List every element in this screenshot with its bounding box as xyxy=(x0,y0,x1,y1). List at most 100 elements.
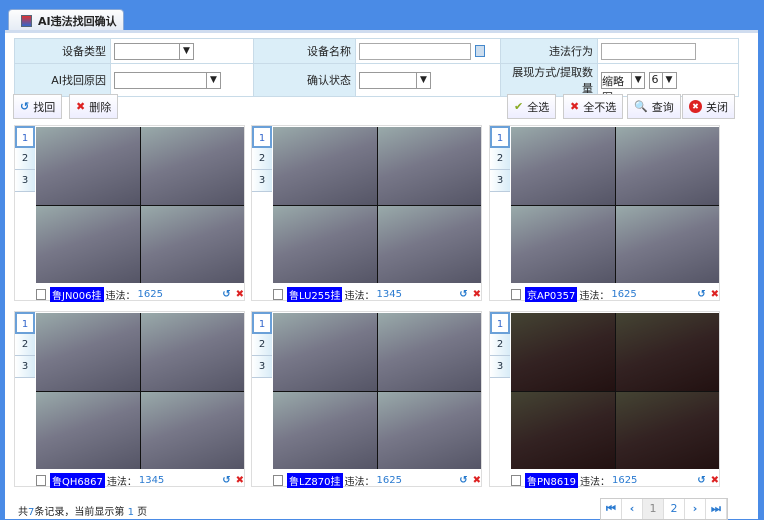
confirm-status-select[interactable]: ▼ xyxy=(359,71,431,89)
delete-icon[interactable]: ✖ xyxy=(236,289,244,300)
image-tab-3[interactable]: 3 xyxy=(252,170,272,192)
image-tab-3[interactable]: 3 xyxy=(490,170,510,192)
violation-label: 违法： xyxy=(344,476,375,488)
violation-image[interactable] xyxy=(273,127,481,283)
image-tab-2[interactable]: 2 xyxy=(490,334,510,356)
image-tabs: 123 xyxy=(15,126,35,192)
plate-number: 鲁PN8619 xyxy=(525,472,578,488)
select-checkbox[interactable] xyxy=(273,288,283,300)
image-tab-1[interactable]: 1 xyxy=(252,312,272,334)
close-button[interactable]: ✖ 关闭 xyxy=(682,94,735,119)
violation-image[interactable] xyxy=(273,313,481,469)
first-page-button[interactable]: ⏮ xyxy=(601,499,622,519)
last-page-button[interactable]: ⏭ xyxy=(706,499,727,519)
image-tabs: 123 xyxy=(252,126,272,192)
page-2[interactable]: 2 xyxy=(664,499,685,519)
image-tab-2[interactable]: 2 xyxy=(252,148,272,170)
picker-icon[interactable] xyxy=(474,45,485,57)
image-tab-2[interactable]: 2 xyxy=(15,148,35,170)
delete-icon[interactable]: ✖ xyxy=(236,475,244,486)
chevron-down-icon: ▼ xyxy=(631,72,644,88)
image-tab-2[interactable]: 2 xyxy=(490,148,510,170)
image-tab-1[interactable]: 1 xyxy=(252,126,272,148)
prev-page-button[interactable]: ‹ xyxy=(622,499,643,519)
violation-code: 1625 xyxy=(611,288,637,300)
select-checkbox[interactable] xyxy=(273,474,283,486)
record-status: 共7条记录，当前显示第 1 页 xyxy=(18,507,148,518)
image-tabs: 123 xyxy=(490,312,510,378)
image-tabs: 123 xyxy=(252,312,272,378)
window-icon xyxy=(21,14,32,27)
delete-icon[interactable]: ✖ xyxy=(711,289,719,300)
undo-icon: ↺ xyxy=(20,100,30,113)
violation-input[interactable] xyxy=(601,42,696,60)
tab-ai-confirm[interactable]: AI违法找回确认 xyxy=(8,9,124,31)
delete-icon[interactable]: ✖ xyxy=(473,289,481,300)
close-icon: ✖ xyxy=(689,100,702,113)
image-tab-3[interactable]: 3 xyxy=(490,356,510,378)
undo-icon[interactable]: ↺ xyxy=(697,289,705,300)
query-button[interactable]: 🔍 查询 xyxy=(627,94,681,119)
scrollbar[interactable] xyxy=(758,30,764,519)
violation-label: 违法： xyxy=(106,476,137,488)
check-icon: ✔ xyxy=(514,100,524,113)
device-name-input[interactable] xyxy=(359,42,471,60)
page-1[interactable]: 1 xyxy=(643,499,664,519)
undo-icon[interactable]: ↺ xyxy=(222,475,230,486)
x-icon: ✖ xyxy=(76,100,86,113)
ai-reason-label: AI找回原因 xyxy=(14,63,111,97)
violation-code: 1345 xyxy=(138,474,165,486)
select-checkbox[interactable] xyxy=(36,474,46,486)
undo-icon[interactable]: ↺ xyxy=(459,289,467,300)
select-none-button[interactable]: ✖ 全不选 xyxy=(563,94,624,119)
filter-table: 设备类型 ▼ 设备名称 违法行为 AI找回原因 ▼ 确认状态 ▼ 展现方式/提取… xyxy=(14,38,739,104)
pagination: ⏮ ‹ 1 2 › ⏭ xyxy=(600,498,728,520)
chevron-down-icon: ▼ xyxy=(206,72,220,88)
chevron-down-icon: ▼ xyxy=(661,72,676,88)
undo-icon[interactable]: ↺ xyxy=(459,475,467,486)
image-tabs: 123 xyxy=(15,312,35,378)
image-tab-1[interactable]: 1 xyxy=(490,126,510,148)
next-page-button[interactable]: › xyxy=(685,499,706,519)
violation-image[interactable] xyxy=(36,313,244,469)
retrieve-button[interactable]: ↺ 找回 xyxy=(13,94,63,119)
violation-image[interactable] xyxy=(511,127,719,283)
image-tab-1[interactable]: 1 xyxy=(15,126,35,148)
violation-card: 123 鲁LU255挂 违法： 1345 ↺ ✖ xyxy=(251,125,482,302)
violation-code: 1345 xyxy=(376,288,402,300)
violation-card: 123 鲁LZ870挂 违法： 1625 ↺ ✖ xyxy=(251,311,482,488)
image-tab-1[interactable]: 1 xyxy=(490,312,510,334)
violation-image[interactable] xyxy=(511,313,719,469)
plate-number: 鲁JN006挂 xyxy=(50,286,104,302)
select-all-button[interactable]: ✔ 全选 xyxy=(507,94,557,119)
undo-icon[interactable]: ↺ xyxy=(697,475,705,486)
select-checkbox[interactable] xyxy=(511,288,521,300)
count-select[interactable]: 6 ▼ xyxy=(648,71,677,89)
image-tab-1[interactable]: 1 xyxy=(15,312,35,334)
select-checkbox[interactable] xyxy=(511,474,521,486)
x-icon: ✖ xyxy=(570,100,580,113)
chevron-down-icon: ▼ xyxy=(416,72,430,88)
image-tab-2[interactable]: 2 xyxy=(252,334,272,356)
undo-icon[interactable]: ↺ xyxy=(222,289,230,300)
magnifier-icon: 🔍 xyxy=(634,100,648,113)
select-checkbox[interactable] xyxy=(36,288,46,300)
image-tab-2[interactable]: 2 xyxy=(15,334,35,356)
image-tab-3[interactable]: 3 xyxy=(252,356,272,378)
device-type-select[interactable]: ▼ xyxy=(114,42,194,60)
delete-icon[interactable]: ✖ xyxy=(711,475,719,486)
image-tab-3[interactable]: 3 xyxy=(15,356,35,378)
violation-label: 违法行为 xyxy=(500,38,598,64)
image-tabs: 123 xyxy=(490,126,510,192)
delete-button[interactable]: ✖ 删除 xyxy=(69,94,119,119)
image-tab-3[interactable]: 3 xyxy=(15,170,35,192)
violation-code: 1625 xyxy=(611,474,638,486)
display-mode-select[interactable]: 缩略图▼ xyxy=(601,71,645,104)
delete-icon[interactable]: ✖ xyxy=(473,475,481,486)
violation-image[interactable] xyxy=(36,127,244,283)
device-name-label: 设备名称 xyxy=(253,38,356,64)
violation-label: 违法： xyxy=(579,476,610,488)
ai-reason-select[interactable]: ▼ xyxy=(114,71,221,89)
violation-card: 123 鲁JN006挂 违法： 1625 ↺ ✖ xyxy=(14,125,245,302)
violation-code: 1625 xyxy=(376,474,402,486)
